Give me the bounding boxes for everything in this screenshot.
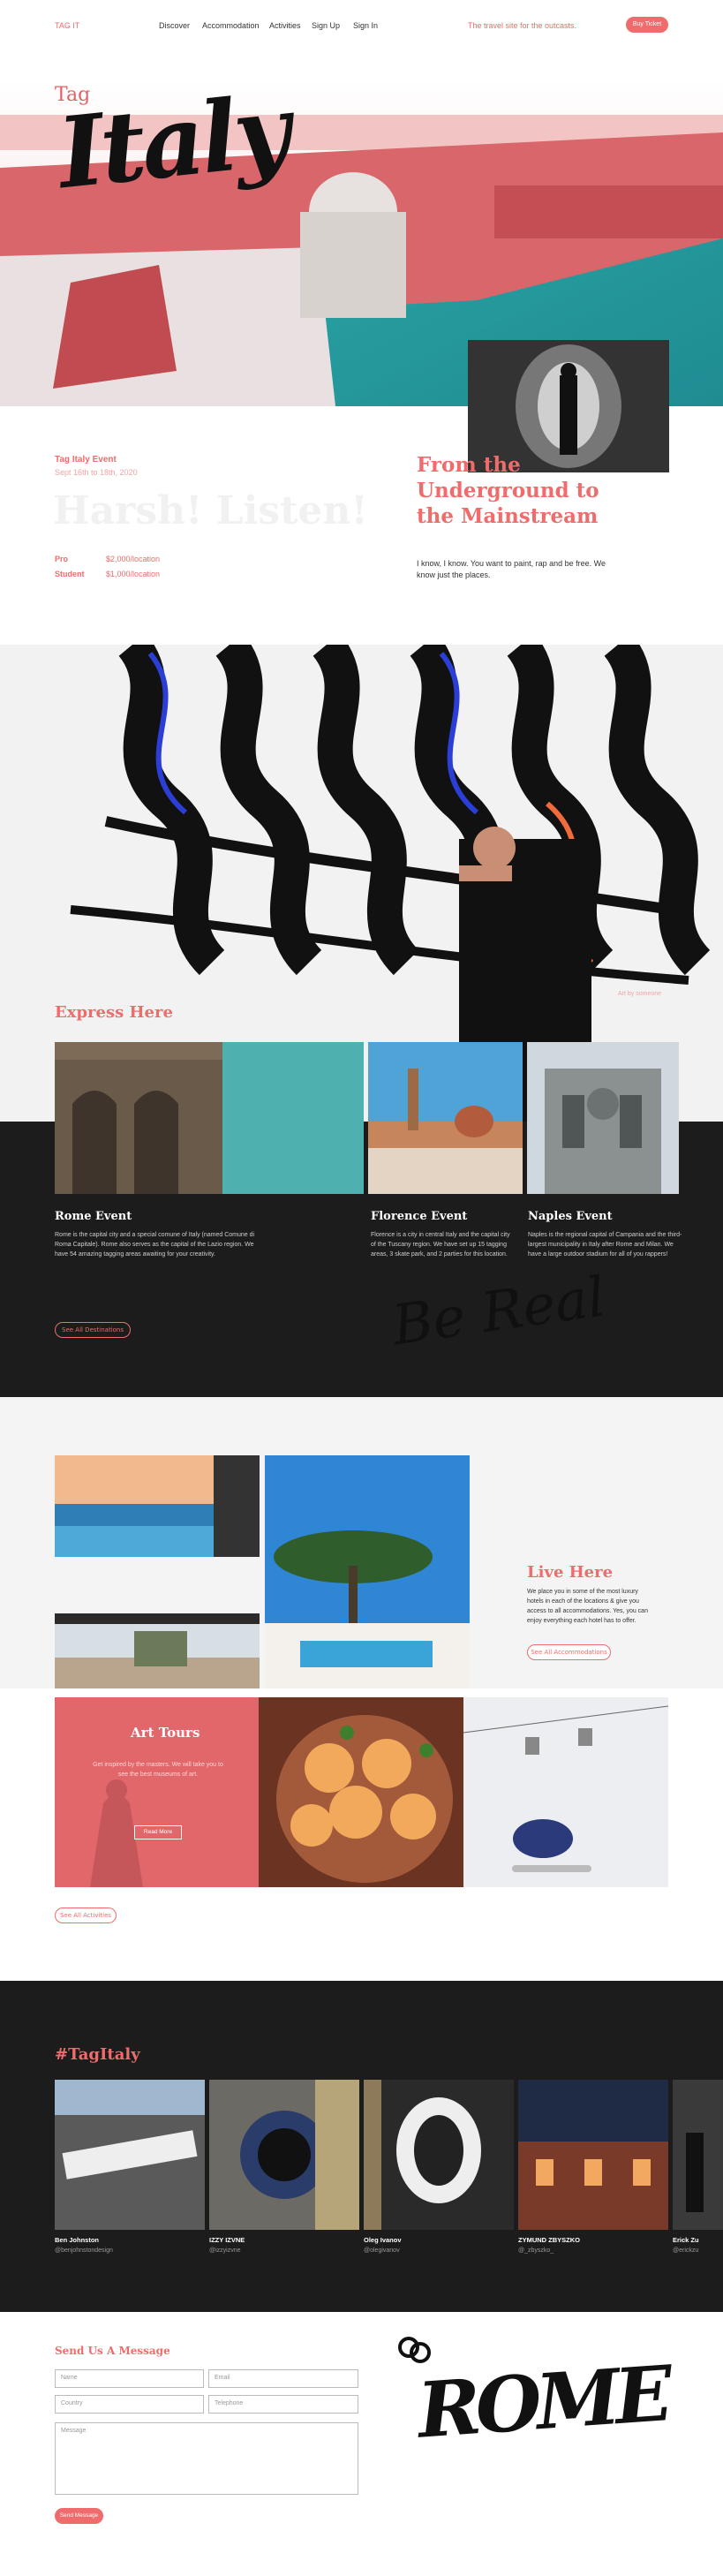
event-headline: From the Underground to the Mainstream (417, 453, 599, 528)
art-tours-heading: Art Tours (131, 1725, 200, 1741)
social-post-image-2 (209, 2080, 359, 2230)
rome-card-text: Rome is the capital city and a special c… (55, 1232, 255, 1258)
pasta-image (259, 1697, 463, 1887)
site-logo[interactable]: TAG IT (55, 21, 79, 30)
stay-heading: Live Here (527, 1563, 614, 1582)
stay-text: We place you in some of the most luxury … (527, 1589, 648, 1624)
see-all-destinations-button[interactable]: See All Destinations (55, 1322, 131, 1338)
florence-card-title: Florence Event (371, 1210, 468, 1223)
hero-title: Italy (53, 72, 293, 211)
social-post-image-3 (364, 2080, 514, 2230)
rome-art: ROME (415, 2349, 671, 2456)
pricing-tier-student: Student (55, 570, 85, 578)
pricing-tier-pro: Pro (55, 555, 69, 563)
mural-credit: Art by someone (618, 991, 662, 997)
social-post-handle-1[interactable]: @benjohnstondesign (55, 2247, 113, 2254)
message-field[interactable]: Message (55, 2422, 358, 2495)
social-post-name-2: IZZY IZVNE (209, 2236, 245, 2244)
mural-heading: Express Here (55, 1003, 173, 1022)
pool-image (55, 1455, 260, 1557)
nav-link-signin[interactable]: Sign In (353, 21, 378, 30)
country-field[interactable]: Country (55, 2395, 204, 2414)
name-field[interactable]: Name (55, 2369, 204, 2388)
send-message-button[interactable]: Send Message (55, 2508, 103, 2524)
social-post-handle-5[interactable]: @erickzu (673, 2247, 698, 2254)
art-tours-text: Get inspired by the masters. We will tak… (93, 1762, 223, 1778)
nav-link-signup[interactable]: Sign Up (312, 21, 340, 30)
social-post-name-5: Erick Zu (673, 2236, 699, 2244)
social-post-name-4: ZYMUND ZBYSZKO (518, 2236, 580, 2244)
read-more-button[interactable]: Read More (134, 1825, 182, 1839)
social-post-image-4 (518, 2080, 668, 2230)
event-watermark: Harsh! Listen! (53, 488, 368, 533)
pricing-price-student: $1,000/location (106, 570, 161, 578)
see-all-activities-button[interactable]: See All Activities (55, 1907, 117, 1923)
pricing-price-pro: $2,000/location (106, 555, 161, 563)
florence-image (368, 1042, 523, 1194)
nav-link-activities[interactable]: Activities (269, 21, 301, 30)
social-post-image-1 (55, 2080, 205, 2230)
social-post-handle-4[interactable]: @_zbyszko_ (518, 2247, 554, 2254)
nav-link-accommodation[interactable]: Accommodation (202, 21, 260, 30)
event-body: I know, I know. You want to paint, rap a… (417, 559, 606, 579)
snowboard-image (463, 1697, 668, 1887)
naples-image (527, 1042, 679, 1194)
event-dates: Sept 16th to 18th, 2020 (55, 468, 138, 477)
rome-art-rings (395, 2331, 448, 2367)
social-post-image-5 (673, 2080, 723, 2230)
social-post-handle-3[interactable]: @olegivanov (364, 2247, 400, 2254)
rome-card-title: Rome Event (55, 1210, 132, 1223)
contact-heading: Send Us A Message (55, 2345, 170, 2357)
social-post-handle-2[interactable]: @izzyizvne (209, 2247, 241, 2254)
social-post-name-3: Oleg Ivanov (364, 2236, 402, 2244)
nav-link-discover[interactable]: Discover (159, 21, 190, 30)
see-all-accommodations-button[interactable]: See All Accommodations (527, 1644, 611, 1660)
villa-image (55, 1613, 260, 1688)
buy-ticket-button[interactable]: Buy Ticket (626, 17, 668, 33)
florence-card-text: Florence is a city in central Italy and … (371, 1232, 510, 1258)
hashtag-heading: #TagItaly (55, 2045, 140, 2064)
nav-tagline: The travel site for the outcasts. (468, 21, 577, 30)
naples-card-text: Naples is the regional capital of Campan… (528, 1232, 682, 1258)
pine-image (265, 1455, 470, 1688)
rome-image (55, 1042, 364, 1194)
email-field[interactable]: Email (208, 2369, 358, 2388)
naples-card-title: Naples Event (528, 1210, 613, 1223)
social-post-name-1: Ben Johnston (55, 2236, 99, 2244)
telephone-field[interactable]: Telephone (208, 2395, 358, 2414)
top-nav: TAG IT Discover Accommodation Activities… (0, 0, 723, 53)
event-label: Tag Italy Event (55, 455, 117, 465)
